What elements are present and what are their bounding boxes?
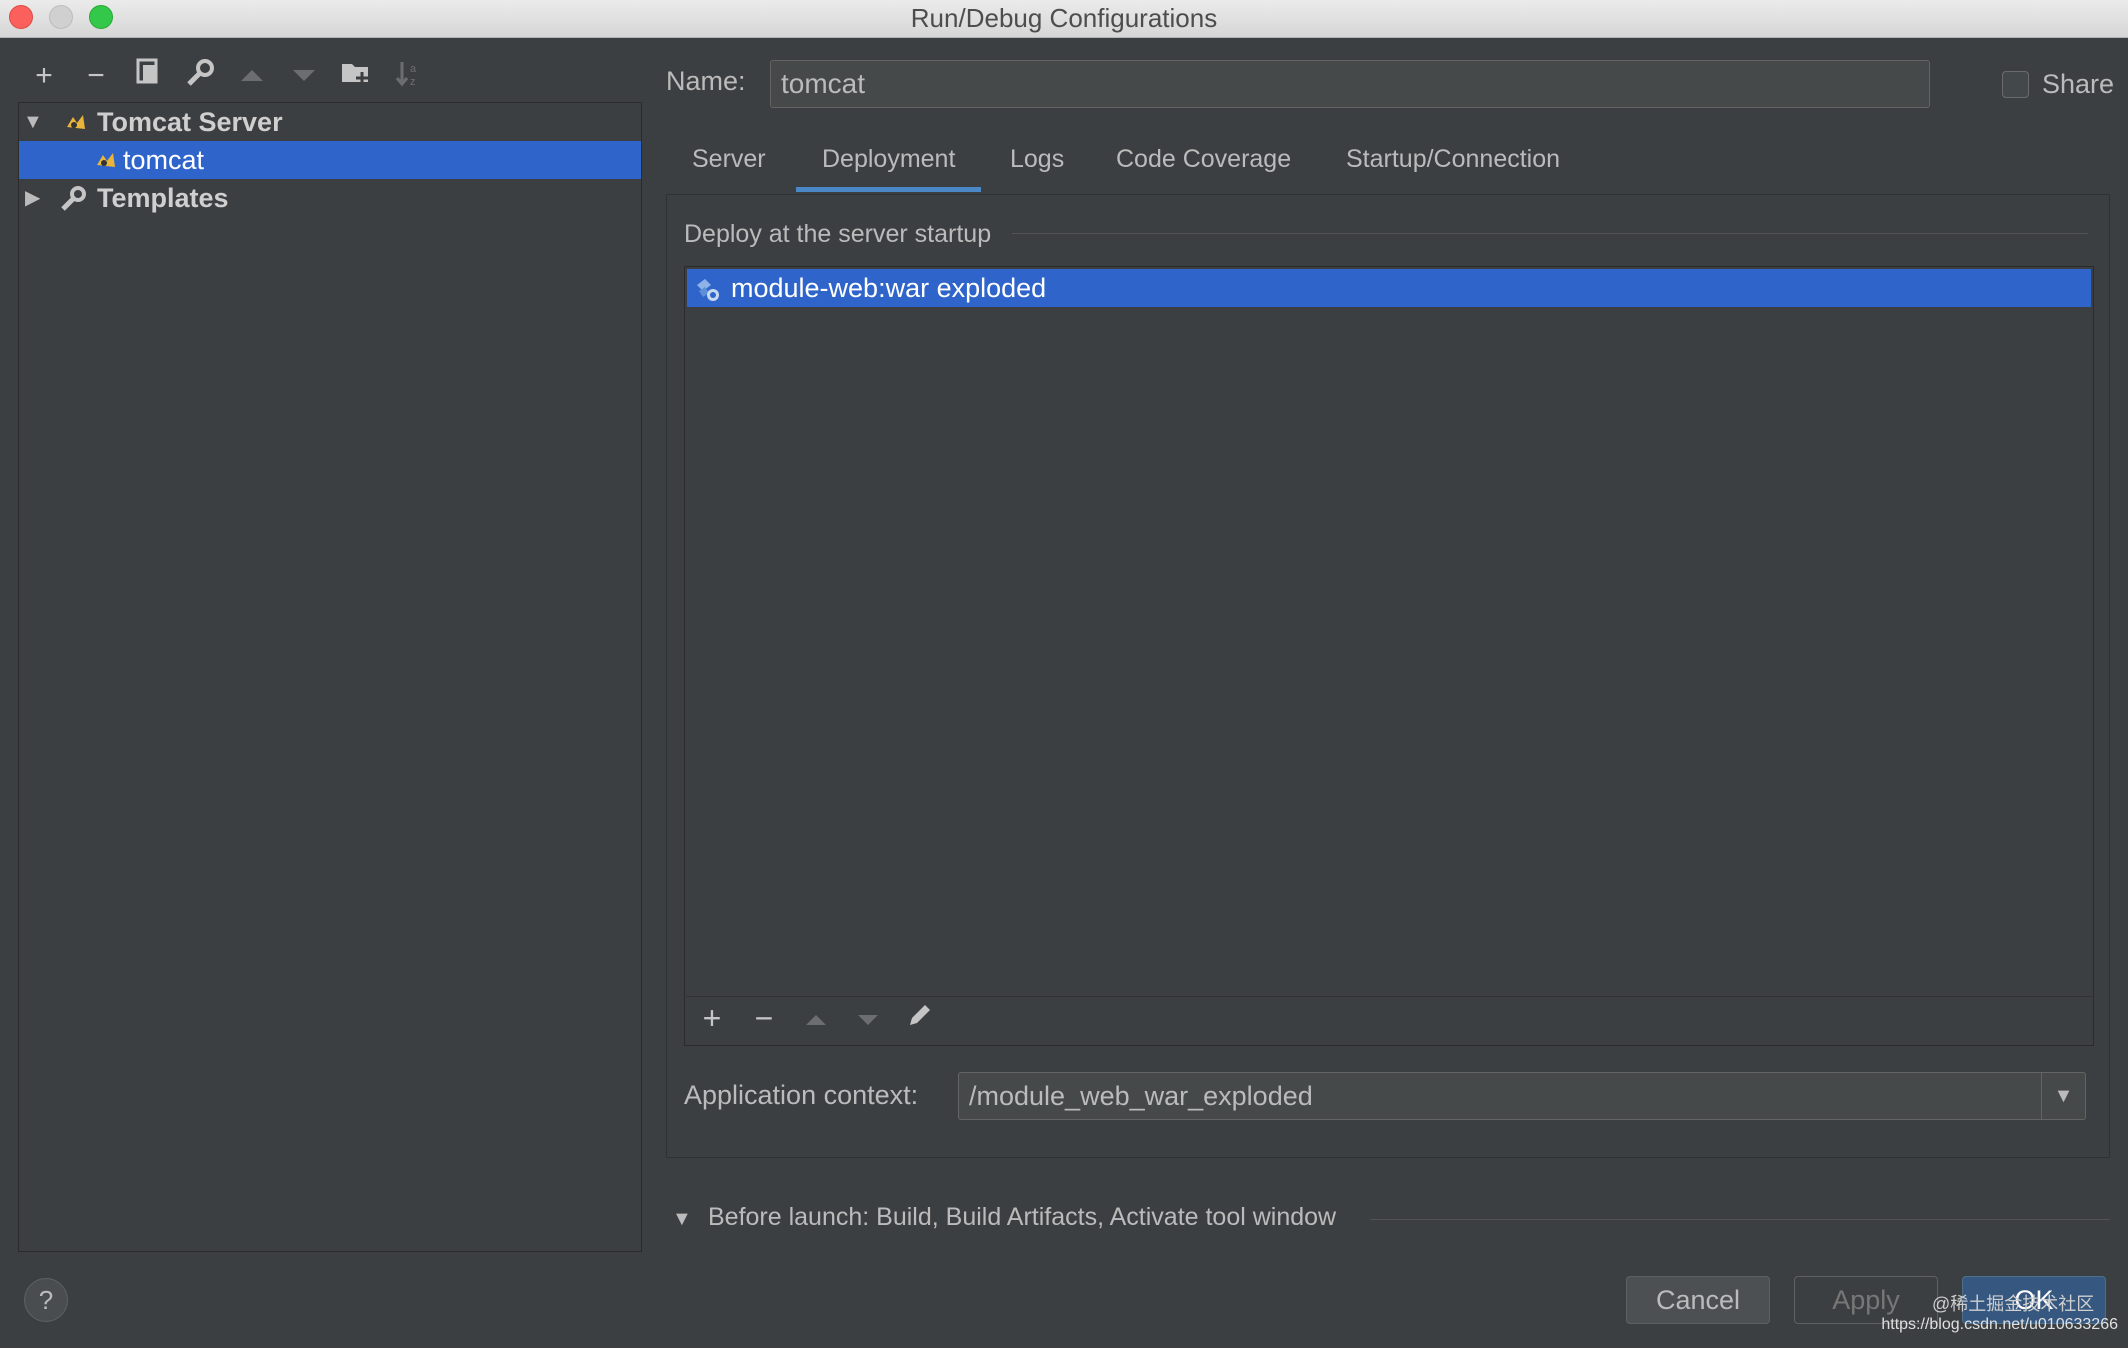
expand-arrow-icon[interactable]: ▼: [23, 103, 43, 141]
move-up-icon[interactable]: [234, 58, 270, 94]
section-divider: [1012, 233, 2088, 234]
section-divider: [1370, 1219, 2110, 1220]
sort-icon[interactable]: az: [390, 58, 426, 94]
artifact-icon: [697, 279, 719, 301]
window-title: Run/Debug Configurations: [910, 3, 1218, 33]
tab-startup-connection[interactable]: Startup/Connection: [1346, 142, 1560, 192]
svg-text:z: z: [410, 76, 416, 88]
wrench-icon: [61, 186, 86, 211]
edit-pencil-icon[interactable]: [902, 1000, 938, 1037]
tomcat-icon: [67, 115, 85, 129]
watermark-text: @稀土掘金技术社区: [1932, 1294, 2095, 1314]
before-launch-toggle-icon[interactable]: ▼: [672, 1208, 692, 1231]
minus-icon[interactable]: −: [78, 58, 114, 94]
chevron-down-icon[interactable]: ▼: [2041, 1073, 2085, 1119]
remove-artifact-icon[interactable]: −: [746, 1000, 782, 1037]
window-titlebar: Run/Debug Configurations: [0, 0, 2128, 38]
move-down-icon[interactable]: [286, 58, 322, 94]
tomcat-icon: [97, 153, 115, 167]
list-item-label: module-web:war exploded: [731, 273, 1047, 303]
name-input[interactable]: tomcat: [770, 60, 1930, 108]
configuration-tree[interactable]: ▼ Tomcat Server tomcat ▶ Templates: [18, 102, 642, 1252]
tab-server[interactable]: Server: [692, 142, 766, 192]
watermark-url: https://blog.csdn.net/u010633266: [1881, 1316, 2118, 1333]
share-label: Share: [2042, 69, 2115, 99]
list-toolbar: [686, 996, 2092, 1044]
tree-item-tomcat[interactable]: tomcat: [19, 141, 641, 179]
share-checkbox[interactable]: [2002, 71, 2029, 98]
help-button[interactable]: ?: [24, 1278, 68, 1322]
application-context-label: Application context:: [684, 1080, 919, 1110]
deployment-list[interactable]: module-web:war exploded: [684, 266, 2094, 1046]
tree-item-tomcat-server[interactable]: ▼ Tomcat Server: [19, 103, 641, 141]
tree-item-label: tomcat: [123, 145, 205, 175]
deploy-section-title: Deploy at the server startup: [684, 220, 992, 248]
tree-item-templates[interactable]: ▶ Templates: [19, 179, 641, 217]
application-context-combobox[interactable]: /module_web_war_exploded ▼: [958, 1072, 2086, 1120]
cancel-button[interactable]: Cancel: [1626, 1276, 1770, 1324]
new-folder-icon[interactable]: [338, 58, 374, 94]
tab-logs[interactable]: Logs: [1010, 142, 1064, 192]
tree-templates-label: Templates: [97, 183, 229, 213]
add-artifact-icon[interactable]: +: [694, 1000, 730, 1037]
plus-icon[interactable]: +: [26, 58, 62, 94]
name-label: Name:: [666, 66, 746, 96]
application-context-value: /module_web_war_exploded: [969, 1081, 1313, 1111]
tree-group-label: Tomcat Server: [97, 107, 283, 137]
move-down-icon[interactable]: [850, 1000, 886, 1037]
tab-deployment[interactable]: Deployment: [795, 142, 982, 192]
svg-text:a: a: [410, 63, 417, 75]
list-item[interactable]: module-web:war exploded: [687, 269, 2091, 307]
before-launch-label[interactable]: Before launch: Build, Build Artifacts, A…: [708, 1203, 1336, 1232]
wrench-icon[interactable]: [182, 58, 218, 94]
copy-icon[interactable]: [130, 58, 166, 94]
move-up-icon[interactable]: [798, 1000, 834, 1037]
collapse-arrow-icon[interactable]: ▶: [25, 179, 40, 217]
tab-code-coverage[interactable]: Code Coverage: [1116, 142, 1291, 192]
